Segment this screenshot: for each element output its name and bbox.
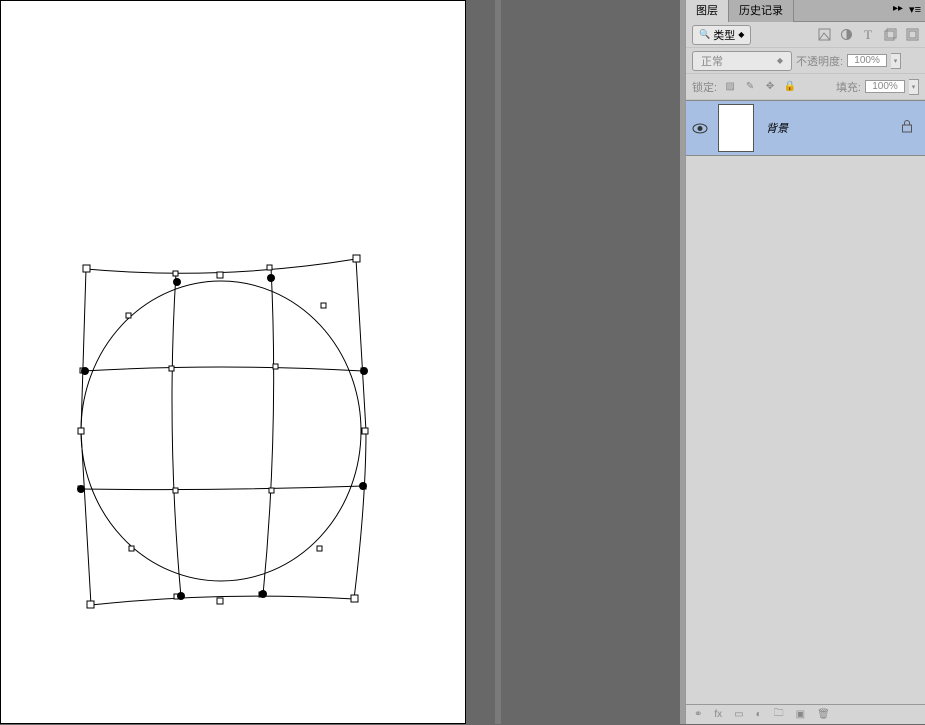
opacity-input[interactable]: 100% xyxy=(847,54,887,67)
warp-handle-bm[interactable] xyxy=(217,598,223,604)
collapse-panel-icon[interactable]: ▸▸ xyxy=(893,3,903,14)
warp-handle-bl[interactable] xyxy=(87,601,94,608)
warp-transform-overlay[interactable] xyxy=(1,1,467,725)
warp-handle-br[interactable] xyxy=(351,595,358,602)
panel-bottom-bar: ⚭ fx ▭ ◐ 🗀 ▣ 🗑 xyxy=(686,704,925,724)
filter-type-icon[interactable]: T xyxy=(861,28,875,42)
lock-all-icon[interactable]: 🔒 xyxy=(783,80,797,94)
lock-label: 锁定: xyxy=(692,79,717,95)
group-icon[interactable]: 🗀 xyxy=(774,706,784,723)
filter-adjustment-icon[interactable] xyxy=(839,28,853,42)
opacity-stepper[interactable]: ▾ xyxy=(891,53,901,69)
layers-panel: 图层 历史记录 ▸▸ ▾≡ 🔍 类型 ◆ T 正常 ◆ 不透明度: 100% ▾… xyxy=(685,0,925,724)
blend-mode-dropdown[interactable]: 正常 ◆ xyxy=(692,51,792,71)
warp-grid-h1 xyxy=(83,367,363,371)
warp-handle-rm[interactable] xyxy=(362,428,368,434)
filter-shape-icon[interactable] xyxy=(883,28,897,42)
warp-grid-v2 xyxy=(263,267,274,595)
fill-label: 填充: xyxy=(836,79,861,95)
lock-transparency-icon[interactable]: ▨ xyxy=(723,80,737,94)
link-layers-icon[interactable]: ⚭ xyxy=(694,709,702,720)
layer-list: 背景 xyxy=(686,100,925,156)
adjustment-layer-icon[interactable]: ◐ xyxy=(756,709,762,720)
layer-mask-icon[interactable]: ▭ xyxy=(734,709,743,720)
blend-row: 正常 ◆ 不透明度: 100% ▾ xyxy=(686,48,925,74)
new-layer-icon[interactable]: ▣ xyxy=(796,709,805,720)
canvas[interactable] xyxy=(0,0,466,724)
filter-pixel-icon[interactable] xyxy=(817,28,831,42)
warp-handle-lm[interactable] xyxy=(78,428,84,434)
warp-handle-tm[interactable] xyxy=(217,272,223,278)
panel-menu-icon[interactable]: ▾≡ xyxy=(909,3,921,16)
layer-lock-icon[interactable] xyxy=(901,120,913,136)
visibility-eye-icon[interactable] xyxy=(690,123,710,134)
warp-outer-bounds xyxy=(81,259,366,605)
lock-pixels-icon[interactable]: ✎ xyxy=(743,80,757,94)
layer-row[interactable]: 背景 xyxy=(686,100,925,156)
tab-layers[interactable]: 图层 xyxy=(686,0,729,22)
warp-handle-tr[interactable] xyxy=(353,255,360,262)
workspace-divider xyxy=(495,0,501,724)
delete-layer-icon[interactable]: 🗑 xyxy=(817,709,830,720)
layer-thumbnail[interactable] xyxy=(718,104,754,152)
tab-history[interactable]: 历史记录 xyxy=(729,0,794,22)
lock-position-icon[interactable]: ✥ xyxy=(763,80,777,94)
filter-smart-icon[interactable] xyxy=(905,28,919,42)
warp-grid-h2 xyxy=(81,486,363,490)
opacity-label: 不透明度: xyxy=(796,53,843,69)
warp-handle-tl[interactable] xyxy=(83,265,90,272)
warp-grid-v1 xyxy=(172,273,181,597)
fill-input[interactable]: 100% xyxy=(865,80,905,93)
layer-style-icon[interactable]: fx xyxy=(714,709,722,720)
lock-row: 锁定: ▨ ✎ ✥ 🔒 填充: 100% ▾ xyxy=(686,74,925,100)
panel-tab-bar: 图层 历史记录 ▸▸ ▾≡ xyxy=(686,0,925,22)
shape-ellipse xyxy=(81,281,361,581)
fill-stepper[interactable]: ▾ xyxy=(909,79,919,95)
layer-name[interactable]: 背景 xyxy=(766,120,788,136)
layer-filter-row: 🔍 类型 ◆ T xyxy=(686,22,925,48)
filter-type-dropdown[interactable]: 🔍 类型 ◆ xyxy=(692,25,751,45)
